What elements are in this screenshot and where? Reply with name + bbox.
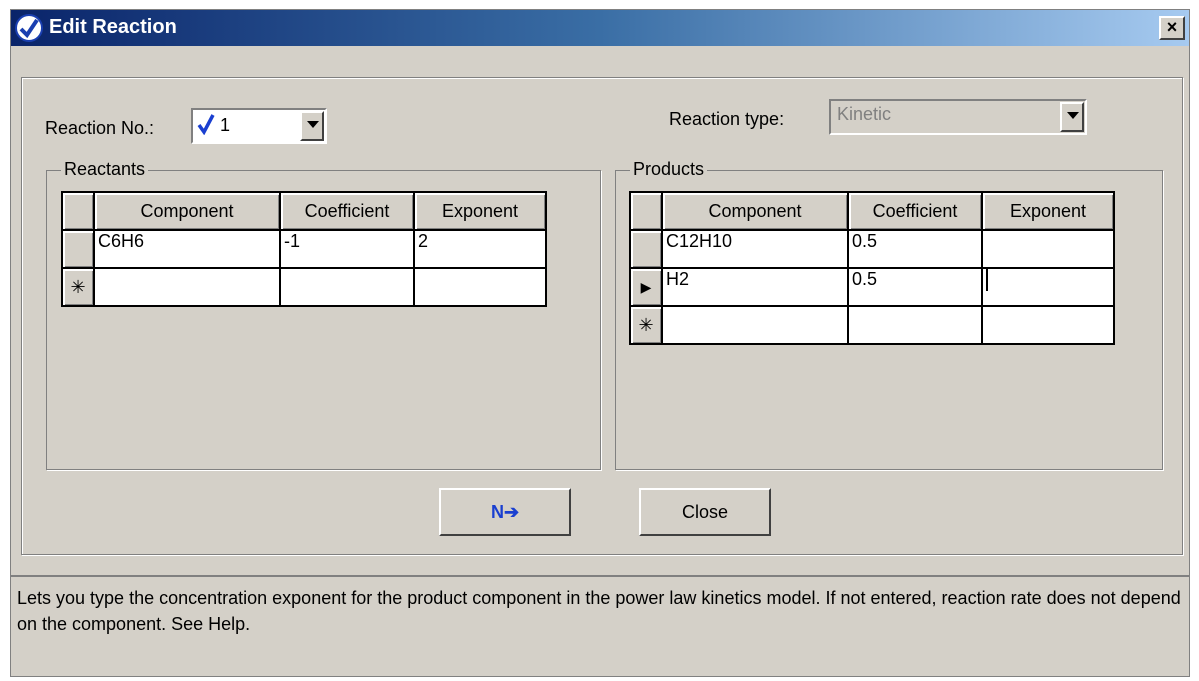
- next-reaction-button[interactable]: N➔: [439, 488, 571, 536]
- table-row-current: ▶ H2 0.5: [629, 267, 1115, 307]
- cell-coefficient[interactable]: -1: [279, 229, 415, 269]
- row-selector[interactable]: [61, 229, 95, 269]
- cell-coefficient[interactable]: 0.5: [847, 267, 983, 307]
- cell-component[interactable]: C6H6: [93, 229, 281, 269]
- column-header-exponent[interactable]: Exponent: [981, 191, 1115, 231]
- products-table: Component Coefficient Exponent C12H10 0.…: [629, 191, 1115, 345]
- table-row: C12H10 0.5: [629, 229, 1115, 269]
- table-row-new: ✳: [61, 267, 547, 307]
- reaction-type-select[interactable]: Kinetic: [829, 99, 1087, 135]
- close-button[interactable]: Close: [639, 488, 771, 536]
- cell-component[interactable]: [661, 305, 849, 345]
- cell-exponent[interactable]: [981, 305, 1115, 345]
- current-row-icon[interactable]: ▶: [629, 267, 663, 307]
- cell-coefficient[interactable]: 0.5: [847, 229, 983, 269]
- reactants-title: Reactants: [61, 159, 149, 180]
- reaction-no-select[interactable]: 1: [191, 108, 327, 144]
- cell-exponent[interactable]: [981, 229, 1115, 269]
- help-text: Lets you type the concentration exponent…: [17, 588, 1181, 634]
- row-header-corner: [61, 191, 95, 231]
- cell-exponent[interactable]: [413, 267, 547, 307]
- column-header-component[interactable]: Component: [661, 191, 849, 231]
- reaction-type-value: Kinetic: [837, 104, 892, 124]
- title-bar[interactable]: Edit Reaction ×: [11, 10, 1189, 46]
- table-row: C6H6 -1 2: [61, 229, 547, 269]
- row-header-corner: [629, 191, 663, 231]
- reaction-no-label: Reaction No.:: [45, 118, 155, 138]
- table-row-new: ✳: [629, 305, 1115, 345]
- window-title: Edit Reaction: [49, 16, 177, 38]
- table-header-row: Component Coefficient Exponent: [61, 191, 547, 231]
- cell-exponent-active[interactable]: [981, 267, 1115, 307]
- new-row-icon[interactable]: ✳: [61, 267, 95, 307]
- chevron-down-icon[interactable]: [300, 111, 324, 141]
- reactants-table: Component Coefficient Exponent C6H6 -1 2…: [61, 191, 547, 307]
- edit-reaction-window: Edit Reaction × Reaction No.: 1 Reaction…: [10, 9, 1190, 677]
- new-row-icon[interactable]: ✳: [629, 305, 663, 345]
- column-header-coefficient[interactable]: Coefficient: [279, 191, 415, 231]
- cell-coefficient[interactable]: [847, 305, 983, 345]
- cell-exponent[interactable]: 2: [413, 229, 547, 269]
- cell-component[interactable]: C12H10: [661, 229, 849, 269]
- checkmark-icon: [197, 114, 215, 136]
- text-caret: [986, 269, 988, 292]
- cell-component[interactable]: H2: [661, 267, 849, 307]
- close-window-button[interactable]: ×: [1159, 16, 1185, 40]
- checkmark-icon: [15, 14, 43, 42]
- row-selector[interactable]: [629, 229, 663, 269]
- reaction-no-value: 1: [220, 115, 231, 135]
- column-header-component[interactable]: Component: [93, 191, 281, 231]
- help-status-bar: Lets you type the concentration exponent…: [11, 575, 1189, 676]
- column-header-coefficient[interactable]: Coefficient: [847, 191, 983, 231]
- cell-component[interactable]: [93, 267, 281, 307]
- close-icon: ×: [1166, 17, 1178, 37]
- reaction-no-value-wrap: 1: [197, 113, 230, 136]
- table-header-row: Component Coefficient Exponent: [629, 191, 1115, 231]
- chevron-down-icon[interactable]: [1060, 102, 1084, 132]
- reaction-type-label: Reaction type:: [669, 109, 785, 129]
- products-title: Products: [630, 159, 708, 180]
- column-header-exponent[interactable]: Exponent: [413, 191, 547, 231]
- cell-coefficient[interactable]: [279, 267, 415, 307]
